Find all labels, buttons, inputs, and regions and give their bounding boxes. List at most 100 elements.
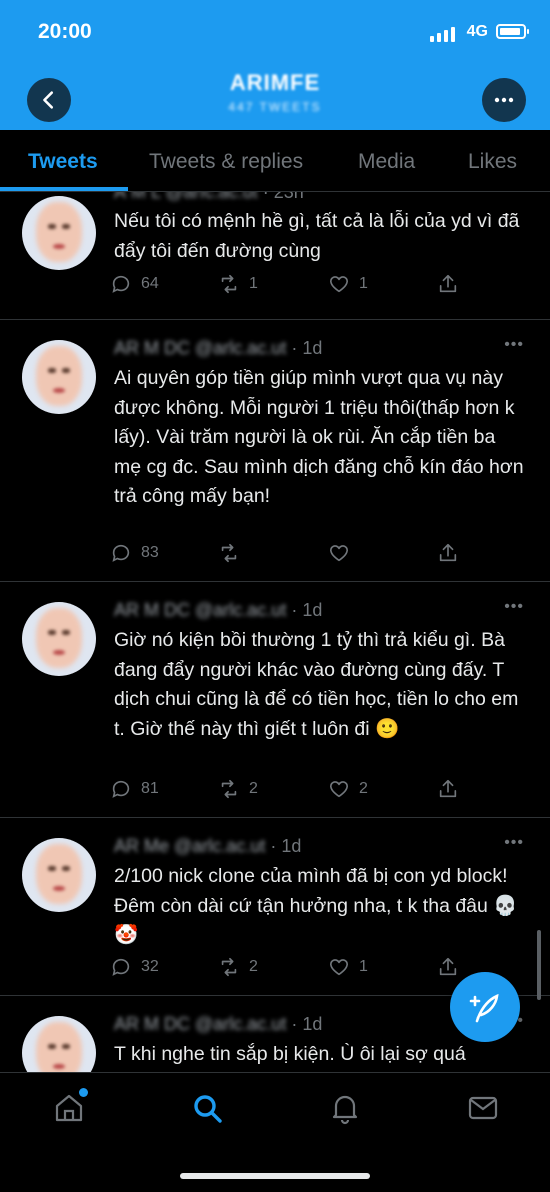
tweet-time[interactable]: 1d xyxy=(281,836,301,856)
avatar[interactable] xyxy=(22,196,96,270)
like-button[interactable]: 1 xyxy=(328,956,368,978)
tweet-author-handle[interactable]: @arIc.ac.ut xyxy=(165,192,257,202)
tweet-text: Ai quyên góp tiền giúp mình vượt qua vụ … xyxy=(114,367,524,507)
tweet-more-icon[interactable]: ••• xyxy=(504,834,524,852)
retweet-icon xyxy=(221,274,237,294)
tweet-author-handle[interactable]: @arlc.ac.ut xyxy=(195,1014,286,1034)
share-icon xyxy=(439,543,457,562)
share-button[interactable] xyxy=(437,273,459,295)
compose-feather-icon xyxy=(469,993,499,1023)
status-time: 20:00 xyxy=(38,20,92,43)
tweet-actions: 64 1 1 xyxy=(110,273,470,301)
messages-envelope-icon xyxy=(468,1096,498,1120)
tweet-text: 2/100 nick clone của mình đã bị con yd b… xyxy=(114,865,518,946)
active-tab-indicator xyxy=(0,187,128,191)
retweet-icon xyxy=(221,957,237,977)
tweet-author-name[interactable]: AR M DC xyxy=(114,1014,190,1034)
tweet-author-handle[interactable]: @arlc.ac.ut xyxy=(195,338,286,358)
nav-home[interactable] xyxy=(52,1088,88,1125)
nav-notifications[interactable] xyxy=(328,1091,362,1125)
retweet-icon xyxy=(221,543,237,563)
reply-count: 32 xyxy=(141,958,159,975)
reply-button[interactable]: 64 xyxy=(110,273,159,295)
reply-icon xyxy=(112,958,130,976)
tweet-time[interactable]: 1d xyxy=(302,600,322,620)
tweet-item[interactable]: AR M DC @arlc.ac.ut · 1d ••• Ai quyên gó… xyxy=(0,320,550,582)
nav-search[interactable] xyxy=(190,1091,224,1125)
network-type: 4G xyxy=(466,23,488,40)
reply-icon xyxy=(112,780,130,798)
retweet-icon xyxy=(221,779,237,799)
like-count: 1 xyxy=(359,275,368,292)
profile-name: ARIMFE xyxy=(229,70,321,95)
tweet-author-handle[interactable]: @arlc.ac.ut xyxy=(195,600,286,620)
status-bar: 20:00 4G xyxy=(0,18,550,50)
more-horizontal-icon xyxy=(494,97,514,103)
share-icon xyxy=(439,274,457,293)
share-button[interactable] xyxy=(437,778,459,800)
heart-icon xyxy=(329,959,349,976)
tweet-actions: 32 2 1 xyxy=(110,956,470,984)
tweet-item[interactable]: AR Me @arlc.ac.ut · 1d ••• 2/100 nick cl… xyxy=(0,818,550,996)
tweet-meta: AR M DC @arlc.ac.ut · 1d xyxy=(114,338,323,358)
tweet-time[interactable]: 23h xyxy=(274,192,304,202)
tweet-meta: A M L @arIc.ac.ut · 23h xyxy=(114,192,304,203)
tweet-more-icon[interactable]: ••• xyxy=(504,336,524,354)
tab-tweets[interactable]: Tweets xyxy=(28,150,98,174)
tweet-author-name[interactable]: AR Me xyxy=(114,836,169,856)
reply-button[interactable]: 83 xyxy=(110,542,159,564)
retweet-button[interactable]: 1 xyxy=(218,273,258,295)
share-button[interactable] xyxy=(437,542,459,564)
reply-icon xyxy=(112,544,130,562)
tab-tweets-and-replies[interactable]: Tweets & replies xyxy=(149,150,303,174)
tweet-more-icon[interactable]: ••• xyxy=(504,192,524,198)
tweet-meta: AR M DC @arlc.ac.ut · 1d xyxy=(114,1014,323,1034)
retweet-button[interactable]: 2 xyxy=(218,778,258,800)
nav-messages[interactable] xyxy=(466,1091,500,1125)
retweet-count: 2 xyxy=(249,780,258,797)
heart-icon xyxy=(329,545,349,562)
like-button[interactable]: 1 xyxy=(328,273,368,295)
notification-dot xyxy=(79,1088,88,1097)
notifications-bell-icon xyxy=(332,1095,358,1125)
avatar[interactable] xyxy=(22,838,96,912)
reply-button[interactable]: 81 xyxy=(110,778,159,800)
share-icon xyxy=(439,779,457,798)
retweet-count: 1 xyxy=(249,275,258,292)
heart-icon xyxy=(329,276,349,293)
avatar[interactable] xyxy=(22,340,96,414)
scrollbar[interactable] xyxy=(537,930,541,1000)
reply-button[interactable]: 32 xyxy=(110,956,159,978)
more-button[interactable] xyxy=(482,78,526,122)
tweet-timeline[interactable]: A M L @arIc.ac.ut · 23h ••• Nếu tôi có m… xyxy=(0,192,550,1072)
avatar[interactable] xyxy=(22,602,96,676)
tweet-more-icon[interactable]: ••• xyxy=(504,598,524,616)
tweet-item[interactable]: A M L @arIc.ac.ut · 23h ••• Nếu tôi có m… xyxy=(0,192,550,320)
tweet-time[interactable]: 1d xyxy=(302,338,322,358)
like-button[interactable]: 2 xyxy=(328,778,368,800)
avatar[interactable] xyxy=(22,1016,96,1072)
retweet-button[interactable]: 2 xyxy=(218,956,258,978)
share-icon xyxy=(439,957,457,976)
tweet-time[interactable]: 1d xyxy=(302,1014,322,1034)
compose-tweet-button[interactable] xyxy=(450,972,520,1042)
search-icon xyxy=(194,1095,222,1123)
reply-icon xyxy=(112,275,130,293)
tweet-author-handle[interactable]: @arlc.ac.ut xyxy=(174,836,265,856)
tweet-author-name[interactable]: AR M DC xyxy=(114,338,190,358)
home-indicator xyxy=(180,1173,370,1179)
tweet-item[interactable]: AR M DC @arlc.ac.ut · 1d ••• Giờ nó kiện… xyxy=(0,582,550,818)
tweet-text: T khi nghe tin sắp bị kiện. Ù ôi lại sợ … xyxy=(114,1043,466,1065)
reply-count: 64 xyxy=(141,275,159,292)
like-button[interactable] xyxy=(328,542,359,564)
tweet-author-name[interactable]: A M L xyxy=(114,192,160,202)
retweet-button[interactable] xyxy=(218,542,249,564)
tab-likes[interactable]: Likes xyxy=(468,150,517,174)
tweet-text: Giờ nó kiện bồi thường 1 tỷ thì trả kiểu… xyxy=(114,629,519,740)
tab-media[interactable]: Media xyxy=(358,150,415,174)
tweet-author-name[interactable]: AR M DC xyxy=(114,600,190,620)
like-count: 1 xyxy=(359,958,368,975)
share-button[interactable] xyxy=(437,956,459,978)
tweet-meta: AR M DC @arlc.ac.ut · 1d xyxy=(114,600,323,620)
tweet-actions: 81 2 2 xyxy=(110,778,470,806)
